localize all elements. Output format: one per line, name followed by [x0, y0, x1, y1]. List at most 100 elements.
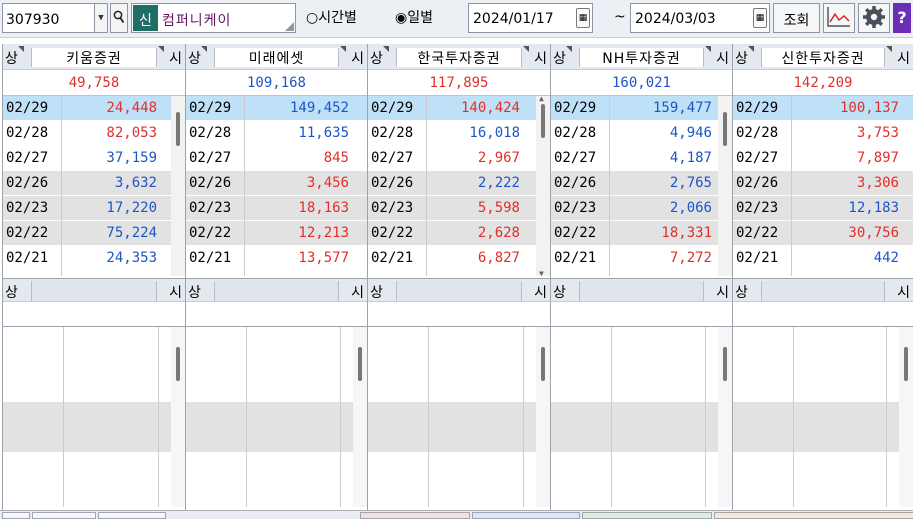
- broker-name[interactable]: 신한투자증권: [761, 48, 885, 67]
- arrow-down-icon[interactable]: ▼: [539, 269, 544, 278]
- scroll-thumb[interactable]: [723, 112, 727, 146]
- secondary-broker-name[interactable]: [31, 281, 157, 301]
- table-row[interactable]: 02/22 2,628: [368, 221, 550, 246]
- scroll-thumb[interactable]: [358, 347, 362, 381]
- corner-triangle-icon: [340, 46, 346, 52]
- status-tab[interactable]: [472, 512, 580, 519]
- scrollbar[interactable]: [171, 327, 185, 507]
- secondary-broker-name[interactable]: [214, 281, 339, 301]
- table-row[interactable]: 02/21 7,272: [551, 246, 732, 271]
- table-row[interactable]: 02/27 845: [186, 146, 367, 171]
- table-row[interactable]: 02/26 3,632: [3, 171, 185, 196]
- stock-code-input[interactable]: 307930: [2, 3, 95, 33]
- scrollbar[interactable]: ▲ ▼: [536, 94, 550, 278]
- broker-header[interactable]: 상 미래에셋 시: [186, 44, 367, 70]
- row-volume: 13,577: [298, 250, 349, 266]
- broker-name[interactable]: NH투자증권: [579, 48, 704, 67]
- scrollbar[interactable]: [718, 96, 732, 276]
- table-row[interactable]: 02/23 18,163: [186, 196, 367, 221]
- radio-day[interactable]: ◉일별: [395, 7, 433, 29]
- stock-name-label: 컴퍼니케이: [162, 13, 232, 29]
- broker-header[interactable]: 상 키움증권 시: [3, 44, 185, 70]
- table-row[interactable]: 02/26 3,456: [186, 171, 367, 196]
- table-row[interactable]: 02/23 12,183: [733, 196, 913, 221]
- table-row[interactable]: 02/23 17,220: [3, 196, 185, 221]
- status-tab[interactable]: [582, 512, 712, 519]
- table-row[interactable]: 02/29 149,452: [186, 96, 367, 121]
- sell-label: 상: [370, 51, 383, 67]
- broker-name[interactable]: 한국투자증권: [396, 48, 522, 67]
- table-row[interactable]: 02/22 30,756: [733, 221, 913, 246]
- row-date: 02/26: [189, 175, 232, 191]
- table-row[interactable]: 02/28 11,635: [186, 121, 367, 146]
- secondary-broker-name[interactable]: [761, 281, 885, 301]
- arrow-up-icon[interactable]: ▲: [539, 94, 544, 103]
- table-row[interactable]: 02/27 4,187: [551, 146, 732, 171]
- scroll-thumb[interactable]: [541, 104, 545, 138]
- table-row[interactable]: 02/29 100,137: [733, 96, 913, 121]
- query-button[interactable]: 조회: [773, 3, 820, 33]
- table-row[interactable]: 02/27 37,159: [3, 146, 185, 171]
- calendar-icon[interactable]: ▦: [753, 8, 767, 28]
- table-row[interactable]: 02/29 140,424: [368, 96, 550, 121]
- table-row[interactable]: 02/28 4,946: [551, 121, 732, 146]
- table-row[interactable]: 02/27 2,967: [368, 146, 550, 171]
- broker-total: 142,209: [733, 70, 913, 96]
- corner-triangle-icon: [748, 46, 754, 52]
- broker-name[interactable]: 키움증권: [31, 48, 157, 67]
- scroll-thumb[interactable]: [176, 112, 180, 146]
- table-row[interactable]: 02/23 5,598: [368, 196, 550, 221]
- table-row[interactable]: 02/21 13,577: [186, 246, 367, 271]
- chevron-down-icon[interactable]: ▼: [95, 3, 108, 33]
- column-divider: [523, 327, 524, 507]
- table-row[interactable]: 02/26 2,765: [551, 171, 732, 196]
- scrollbar[interactable]: [536, 327, 550, 507]
- scroll-thumb[interactable]: [723, 347, 727, 381]
- table-row[interactable]: 02/28 3,753: [733, 121, 913, 146]
- broker-header[interactable]: 상 NH투자증권 시: [551, 44, 732, 70]
- scrollbar[interactable]: [899, 327, 913, 507]
- row-date: 02/28: [736, 125, 779, 141]
- secondary-broker-name[interactable]: [579, 281, 704, 301]
- scroll-thumb[interactable]: [904, 347, 908, 381]
- table-row[interactable]: 02/21 442: [733, 246, 913, 271]
- broker-header[interactable]: 상 한국투자증권 시: [368, 44, 550, 70]
- status-tab[interactable]: [32, 512, 96, 519]
- calendar-icon[interactable]: ▦: [576, 8, 590, 28]
- column-divider: [158, 327, 159, 507]
- status-tab[interactable]: [714, 512, 913, 519]
- status-tab[interactable]: [2, 512, 30, 519]
- broker-name[interactable]: 미래에셋: [214, 48, 339, 67]
- scroll-thumb[interactable]: [541, 347, 545, 381]
- status-tab[interactable]: [98, 512, 166, 519]
- table-row[interactable]: 02/27 7,897: [733, 146, 913, 171]
- date-to-input[interactable]: 2024/03/03 ▦: [630, 3, 770, 33]
- broker-header[interactable]: 상 신한투자증권 시: [733, 44, 913, 70]
- date-from-input[interactable]: 2024/01/17 ▦: [468, 3, 593, 33]
- table-row[interactable]: 02/22 75,224: [3, 221, 185, 246]
- table-row[interactable]: 02/29 24,448: [3, 96, 185, 121]
- scroll-thumb[interactable]: [176, 347, 180, 381]
- scrollbar[interactable]: [718, 327, 732, 507]
- scrollbar[interactable]: [353, 327, 367, 507]
- radio-time[interactable]: ○시간별: [306, 7, 357, 29]
- gear-icon[interactable]: [858, 3, 890, 33]
- secondary-broker-name[interactable]: [396, 281, 522, 301]
- table-row[interactable]: 02/22 18,331: [551, 221, 732, 246]
- help-icon[interactable]: ?: [893, 3, 911, 33]
- chart-icon[interactable]: [823, 3, 855, 33]
- table-row[interactable]: 02/26 3,306: [733, 171, 913, 196]
- row-date: 02/23: [736, 200, 779, 216]
- table-row[interactable]: 02/21 6,827: [368, 246, 550, 271]
- stock-name-field[interactable]: 신 컴퍼니케이: [131, 3, 296, 33]
- table-row[interactable]: 02/28 16,018: [368, 121, 550, 146]
- table-row[interactable]: 02/22 12,213: [186, 221, 367, 246]
- search-icon[interactable]: [110, 3, 128, 33]
- table-row[interactable]: 02/29 159,477: [551, 96, 732, 121]
- table-row[interactable]: 02/28 82,053: [3, 121, 185, 146]
- table-row[interactable]: 02/26 2,222: [368, 171, 550, 196]
- table-row[interactable]: 02/23 2,066: [551, 196, 732, 221]
- table-row[interactable]: 02/21 24,353: [3, 246, 185, 271]
- status-tab[interactable]: [360, 512, 470, 519]
- scrollbar[interactable]: [171, 96, 185, 276]
